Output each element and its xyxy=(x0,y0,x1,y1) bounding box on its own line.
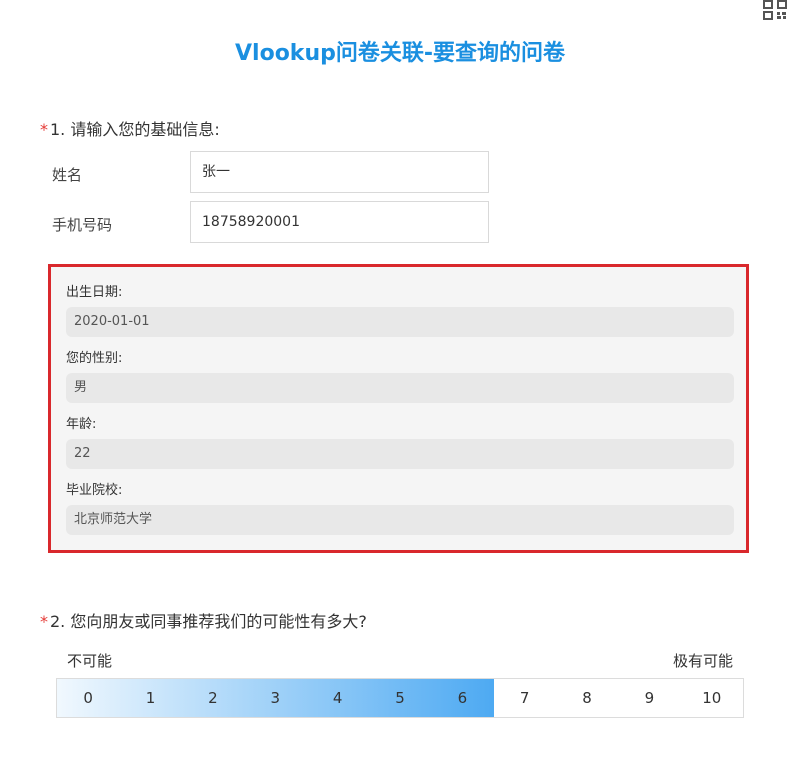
question-1-title: * 1. 请输入您的基础信息: xyxy=(40,116,220,140)
scale-option-7[interactable]: 7 xyxy=(494,679,556,717)
scale-option-4[interactable]: 4 xyxy=(306,679,369,717)
qr-code-icon[interactable] xyxy=(763,0,787,20)
birthdate-value: 2020-01-01 xyxy=(66,307,734,337)
scale-option-6[interactable]: 6 xyxy=(431,679,494,717)
question-2-text: 2. 您向朋友或同事推荐我们的可能性有多大? xyxy=(50,612,367,631)
gender-value: 男 xyxy=(66,373,734,403)
scale-min-label: 不可能 xyxy=(67,652,113,670)
school-label: 毕业院校: xyxy=(66,483,123,498)
phone-label: 手机号码 xyxy=(52,216,113,234)
birthdate-label: 出生日期: xyxy=(66,285,123,300)
question-1-text: 1. 请输入您的基础信息: xyxy=(50,120,220,139)
name-field[interactable]: 张一 xyxy=(190,151,489,193)
scale-option-9[interactable]: 9 xyxy=(618,679,680,717)
question-2-title: * 2. 您向朋友或同事推荐我们的可能性有多大? xyxy=(40,608,367,632)
scale-option-5[interactable]: 5 xyxy=(368,679,432,717)
scale-max-label: 极有可能 xyxy=(672,652,733,670)
scale-option-3[interactable]: 3 xyxy=(244,679,307,717)
nps-scale: 0 1 2 3 4 5 6 7 8 9 10 xyxy=(56,678,744,718)
scale-option-1[interactable]: 1 xyxy=(119,679,182,717)
scale-option-2[interactable]: 2 xyxy=(181,679,245,717)
age-label: 年龄: xyxy=(66,417,97,432)
lookup-result-panel: 出生日期: 2020-01-01 您的性别: 男 年龄: 22 毕业院校: 北京… xyxy=(48,264,749,553)
gender-label: 您的性别: xyxy=(66,351,123,366)
scale-option-8[interactable]: 8 xyxy=(556,679,618,717)
school-value: 北京师范大学 xyxy=(66,505,734,535)
name-label: 姓名 xyxy=(52,166,83,184)
required-mark: * xyxy=(40,120,48,139)
scale-option-10[interactable]: 10 xyxy=(681,679,743,717)
required-mark: * xyxy=(40,612,48,631)
scale-option-0[interactable]: 0 xyxy=(57,679,120,717)
phone-field[interactable]: 18758920001 xyxy=(190,201,489,243)
age-value: 22 xyxy=(66,439,734,469)
page-title: Vlookup问卷关联-要查询的问卷 xyxy=(235,41,565,66)
